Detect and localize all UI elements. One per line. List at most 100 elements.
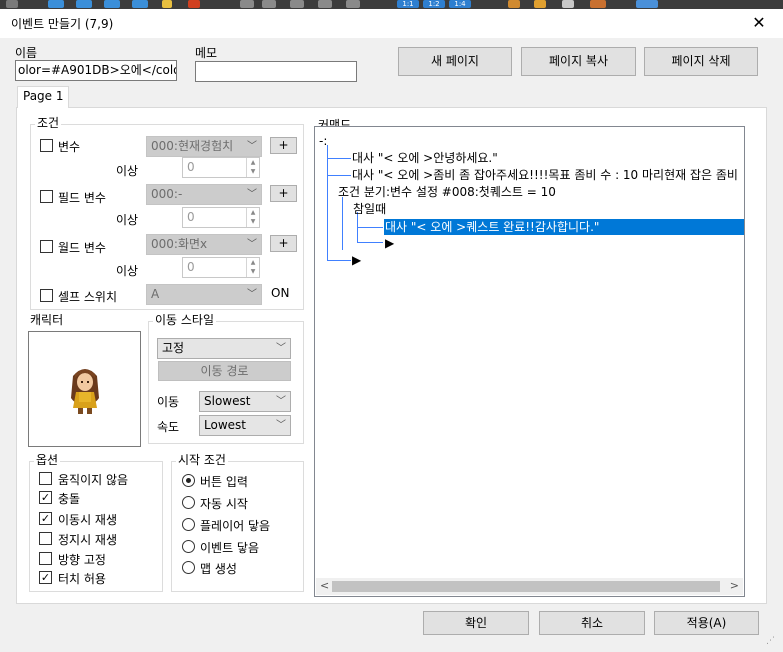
speed-select[interactable]: Slowest ﹀ xyxy=(199,391,291,412)
command-line[interactable]: 대사 "< 오에 >좀비 좀 잡아주세요!!!!목표 좀비 수 : 10 마리현… xyxy=(352,168,738,182)
character-image-box[interactable] xyxy=(28,331,141,447)
self-switch-state: ON xyxy=(271,286,290,300)
layer-icon[interactable] xyxy=(76,0,92,8)
self-switch-select[interactable]: A ﹀ xyxy=(146,284,262,305)
command-line[interactable]: -: xyxy=(319,134,327,148)
option-checkbox[interactable]: ✓ xyxy=(39,571,52,584)
database-icon[interactable] xyxy=(508,0,520,8)
trigger-label: 맵 생성 xyxy=(200,562,237,576)
variable-plus-button[interactable]: + xyxy=(270,137,297,154)
chevron-down-icon: ﹀ xyxy=(247,289,257,300)
memo-label: 메모 xyxy=(195,46,218,60)
copy-page-button[interactable]: 페이지 복사 xyxy=(521,47,636,76)
cancel-button[interactable]: 취소 xyxy=(539,611,645,635)
fill-icon[interactable] xyxy=(318,0,332,8)
trigger-radio[interactable] xyxy=(182,561,195,574)
rect-icon[interactable] xyxy=(262,0,276,8)
route-button[interactable]: 이동 경로 xyxy=(158,361,291,381)
trigger-title: 시작 조건 xyxy=(176,453,228,467)
name-label: 이름 xyxy=(15,46,38,60)
scroll-left-icon[interactable]: < xyxy=(320,579,329,592)
tab-page-1[interactable]: Page 1 xyxy=(17,86,69,108)
field-variable-checkbox[interactable] xyxy=(40,190,53,203)
option-checkbox[interactable] xyxy=(39,472,52,485)
plugin-icon[interactable] xyxy=(534,0,546,8)
command-line[interactable]: 대사 "< 오에 >안녕하세요." xyxy=(352,151,498,165)
option-label: 터치 허용 xyxy=(58,572,106,586)
apply-button[interactable]: 적용(A) xyxy=(654,611,759,635)
chevron-down-icon: ﹀ xyxy=(247,239,257,250)
option-label: 움직이지 않음 xyxy=(58,473,129,487)
ok-button[interactable]: 확인 xyxy=(423,611,529,635)
command-line[interactable]: 조건 분기:변수 설정 #008:첫퀘스트 = 10 xyxy=(338,185,556,199)
sound-icon[interactable] xyxy=(562,0,574,8)
option-checkbox[interactable] xyxy=(39,552,52,565)
delete-page-button[interactable]: 페이지 삭제 xyxy=(644,47,758,76)
scrollbar-thumb[interactable] xyxy=(332,581,720,592)
self-switch-checkbox[interactable] xyxy=(40,289,53,302)
world-variable-value-spinner[interactable]: 0 ▲ ▼ xyxy=(182,257,260,278)
command-list[interactable]: -: 대사 "< 오에 >안녕하세요." 대사 "< 오에 >좀비 좀 잡아주세… xyxy=(314,126,745,597)
option-checkbox[interactable] xyxy=(39,532,52,545)
spinner-arrows-icon[interactable]: ▲ ▼ xyxy=(246,208,259,227)
field-variable-select[interactable]: 000:- ﹀ xyxy=(146,184,262,205)
frequency-value: Lowest xyxy=(204,418,246,432)
self-switch-select-value: A xyxy=(151,287,160,301)
field-variable-plus-button[interactable]: + xyxy=(270,185,297,202)
resize-grip-icon[interactable]: ⋰ xyxy=(766,634,780,648)
name-input[interactable]: olor=#A901DB>오에</color> xyxy=(15,60,177,81)
spinner-arrows-icon[interactable]: ▲ ▼ xyxy=(246,158,259,177)
tool-icon[interactable] xyxy=(6,0,18,8)
close-icon[interactable]: ✕ xyxy=(748,13,770,33)
layer-icon[interactable] xyxy=(132,0,148,8)
horizontal-scrollbar[interactable]: < > xyxy=(316,578,743,595)
spinner-arrows-icon[interactable]: ▲ ▼ xyxy=(246,258,259,277)
character-sprite-icon xyxy=(71,369,99,414)
world-variable-checkbox[interactable] xyxy=(40,240,53,253)
speed-label: 이동 xyxy=(157,395,180,409)
tree-line xyxy=(342,197,343,250)
movement-type-select[interactable]: 고정 ﹀ xyxy=(157,338,291,359)
trigger-radio[interactable] xyxy=(182,518,195,531)
character-title: 캐릭터 xyxy=(30,313,64,327)
new-page-button[interactable]: 새 페이지 xyxy=(398,47,512,76)
memo-input[interactable] xyxy=(195,61,357,82)
conditions-title: 조건 xyxy=(35,116,62,130)
option-checkbox[interactable]: ✓ xyxy=(39,491,52,504)
layer-icon[interactable] xyxy=(48,0,64,8)
frequency-label: 속도 xyxy=(157,420,180,434)
variable-select[interactable]: 000:현재경험치 ﹀ xyxy=(146,136,262,157)
command-line-selected[interactable]: 대사 "< 오에 >퀘스트 완료!!감사합니다." xyxy=(385,220,599,234)
command-end-marker[interactable]: ▶ xyxy=(385,236,394,250)
world-variable-select[interactable]: 000:화면x ﹀ xyxy=(146,234,262,255)
trigger-radio[interactable] xyxy=(182,540,195,553)
field-variable-label: 필드 변수 xyxy=(58,191,106,205)
world-variable-plus-button[interactable]: + xyxy=(270,235,297,252)
flag-icon[interactable] xyxy=(188,0,200,8)
event-icon[interactable] xyxy=(162,0,172,8)
shadow-icon[interactable] xyxy=(346,0,360,8)
zoom-1-2-button[interactable]: 1:2 xyxy=(423,0,445,8)
chevron-down-icon: ﹀ xyxy=(276,343,286,354)
command-line[interactable]: 참일때 xyxy=(353,202,386,216)
trigger-radio[interactable] xyxy=(182,474,195,487)
field-variable-value-spinner[interactable]: 0 ▲ ▼ xyxy=(182,207,260,228)
option-checkbox[interactable]: ✓ xyxy=(39,512,52,525)
chevron-down-icon: ﹀ xyxy=(247,141,257,152)
variable-value-spinner[interactable]: 0 ▲ ▼ xyxy=(182,157,260,178)
variable-checkbox[interactable] xyxy=(40,139,53,152)
zoom-1-1-button[interactable]: 1:1 xyxy=(397,0,419,8)
field-variable-op-label: 이상 xyxy=(116,213,139,227)
resource-icon[interactable] xyxy=(590,0,606,8)
playtest-icon[interactable] xyxy=(636,0,658,8)
layer-icon[interactable] xyxy=(104,0,120,8)
command-end-marker[interactable]: ▶ xyxy=(352,253,361,267)
zoom-1-4-button[interactable]: 1:4 xyxy=(449,0,471,8)
tree-line xyxy=(327,158,351,159)
pencil-icon[interactable] xyxy=(240,0,254,8)
scroll-right-icon[interactable]: > xyxy=(730,579,739,592)
self-switch-label: 셀프 스위치 xyxy=(58,290,118,304)
ellipse-icon[interactable] xyxy=(290,0,304,8)
trigger-radio[interactable] xyxy=(182,496,195,509)
frequency-select[interactable]: Lowest ﹀ xyxy=(199,415,291,436)
